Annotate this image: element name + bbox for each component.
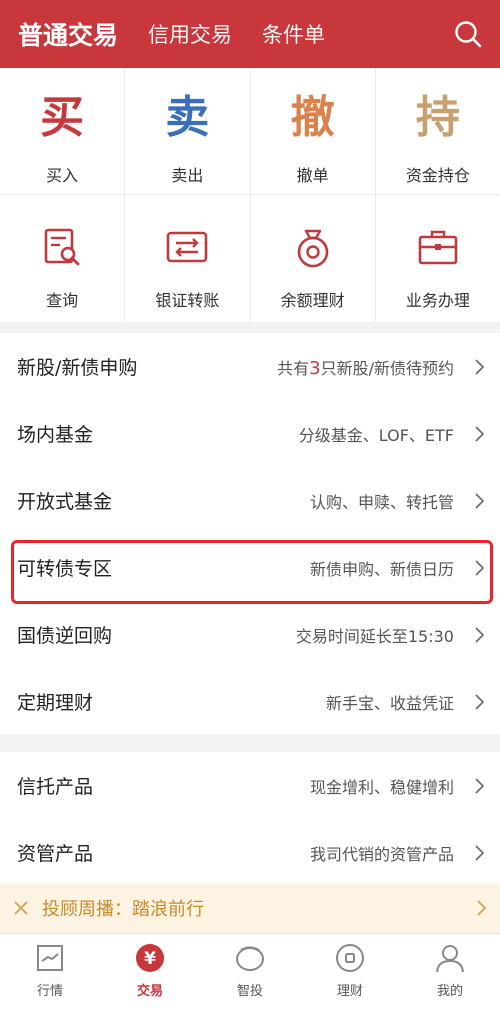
money-bag-icon [297, 229, 328, 268]
query-button[interactable]: 查询 [0, 195, 126, 322]
list-item-desc: 分级基金、LOF、ETF [298, 425, 454, 445]
query-label: 查询 [46, 291, 79, 310]
list-item-title: 信托产品 [17, 776, 94, 798]
list-item-exchange-fund[interactable]: 场内基金 分级基金、LOF、ETF [0, 400, 500, 467]
tab-normal-trade[interactable]: 普通交易 [18, 16, 118, 52]
svg-text:¥: ¥ [144, 949, 156, 969]
business-handling-label: 业务办理 [405, 291, 470, 310]
holdings-glyph: 持 [415, 92, 460, 143]
tab-label: 行情 [36, 984, 63, 999]
smart-icon [236, 946, 264, 971]
tab-label: 智投 [236, 984, 263, 999]
holdings-button[interactable]: 持 资金持仓 [376, 68, 500, 194]
business-handling-button[interactable]: 业务办理 [376, 195, 500, 322]
notice-text: 投顾周播：踏浪前行 [42, 899, 204, 920]
list-item-reverse-repo[interactable]: 国债逆回购 交易时间延长至15:30 [0, 601, 500, 668]
wealth-icon [336, 944, 364, 972]
chevron-right-icon [475, 492, 484, 509]
close-icon[interactable] [14, 901, 28, 915]
list-item-desc: 交易时间延长至15:30 [295, 626, 454, 646]
list-item-desc: 现金增利、稳健增利 [309, 777, 454, 797]
sell-button[interactable]: 卖 卖出 [125, 68, 251, 194]
holdings-label: 资金持仓 [405, 166, 470, 185]
cancel-order-label: 撤单 [296, 166, 329, 185]
user-icon [436, 945, 464, 973]
tab-label: 交易 [136, 984, 163, 999]
transfer-icon [167, 231, 208, 263]
list-item-title: 国债逆回购 [17, 625, 113, 647]
list-item-title: 定期理财 [17, 692, 94, 714]
list-item-ipo[interactable]: 新股/新债申购 共有3只新股/新债待预约 [0, 333, 500, 400]
sell-label: 卖出 [171, 166, 204, 185]
function-grid: 买 买入 卖 卖出 撤 撤单 持 资金持仓 查询 银证转账 余额理财 业务办理 [0, 68, 500, 322]
list-item-title: 新股/新债申购 [17, 357, 138, 379]
cancel-order-button[interactable]: 撤 撤单 [251, 68, 376, 194]
cancel-glyph: 撤 [290, 92, 335, 143]
bank-transfer-button[interactable]: 银证转账 [125, 195, 251, 322]
list-item-trust[interactable]: 信托产品 现金增利、稳健增利 [0, 752, 500, 819]
tab-credit-trade[interactable]: 信用交易 [148, 19, 232, 49]
briefcase-icon [418, 230, 458, 265]
list-item-desc: 认购、申赎、转托管 [309, 492, 454, 512]
chevron-right-icon [475, 626, 484, 643]
tab-mine[interactable]: 我的 [400, 934, 500, 1012]
search-icon[interactable] [454, 20, 482, 48]
balance-wealth-button[interactable]: 余额理财 [251, 195, 376, 322]
tab-label: 我的 [436, 984, 463, 999]
chevron-right-icon [475, 777, 484, 794]
bottom-tab-bar: 行情 ¥ 交易 智投 理财 我的 [0, 933, 500, 1012]
notice-bar[interactable]: 投顾周播：踏浪前行 [0, 883, 500, 933]
tab-smart-invest[interactable]: 智投 [200, 934, 300, 1012]
bank-transfer-label: 银证转账 [155, 291, 220, 310]
buy-glyph: 买 [40, 92, 85, 143]
tab-condition-order[interactable]: 条件单 [262, 19, 325, 49]
chevron-right-icon [475, 425, 484, 442]
highlight-box [11, 540, 493, 604]
chevron-right-icon [475, 358, 484, 375]
buy-label: 买入 [46, 166, 79, 185]
tab-market[interactable]: 行情 [0, 934, 100, 1012]
list-item-title: 资管产品 [17, 843, 94, 865]
tab-trade[interactable]: ¥ 交易 [100, 934, 200, 1012]
tab-wealth[interactable]: 理财 [300, 934, 400, 1012]
list-item-asset-management[interactable]: 资管产品 我司代销的资管产品 [0, 819, 500, 886]
list-item-desc: 新手宝、收益凭证 [325, 693, 454, 713]
balance-wealth-label: 余额理财 [280, 291, 345, 310]
list-item-open-fund[interactable]: 开放式基金 认购、申赎、转托管 [0, 467, 500, 534]
sell-glyph: 卖 [165, 92, 210, 143]
list-item-desc: 共有3只新股/新债待预约 [277, 357, 454, 379]
top-header: 普通交易 信用交易 条件单 [0, 0, 500, 68]
list-item-fixed-wealth[interactable]: 定期理财 新手宝、收益凭证 [0, 668, 500, 735]
list-item-title: 场内基金 [17, 424, 94, 446]
trade-list: 新股/新债申购 共有3只新股/新债待预约 场内基金 分级基金、LOF、ETF 开… [0, 333, 500, 735]
product-list: 信托产品 现金增利、稳健增利 资管产品 我司代销的资管产品 [0, 752, 500, 886]
chevron-right-icon [477, 900, 486, 916]
tab-label: 理财 [336, 984, 363, 999]
list-item-title: 开放式基金 [17, 491, 113, 513]
chart-icon [37, 945, 63, 971]
chevron-right-icon [475, 844, 484, 861]
chevron-right-icon [475, 693, 484, 710]
query-icon [44, 228, 80, 266]
yuan-icon: ¥ [136, 944, 164, 972]
buy-button[interactable]: 买 买入 [0, 68, 126, 194]
list-item-desc: 我司代销的资管产品 [309, 844, 454, 864]
